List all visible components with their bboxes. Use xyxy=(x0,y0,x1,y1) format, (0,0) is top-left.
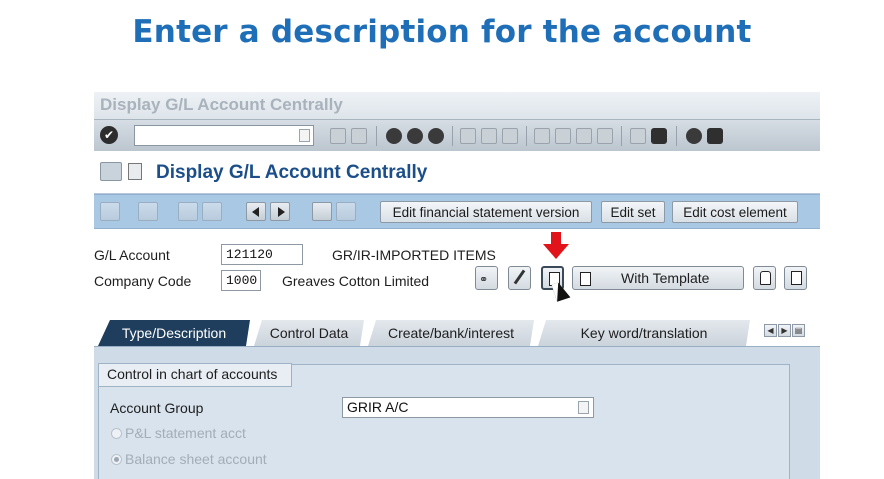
toolbar-separator xyxy=(452,126,453,146)
with-template-button[interactable]: With Template xyxy=(572,266,744,290)
next-icon[interactable] xyxy=(270,202,290,221)
new-session-icon[interactable] xyxy=(630,128,646,144)
details-icon[interactable] xyxy=(336,202,356,221)
lock-icon xyxy=(760,271,771,285)
glasses-icon[interactable] xyxy=(100,162,122,181)
print-icon[interactable] xyxy=(460,128,476,144)
compare-icon[interactable] xyxy=(202,202,222,221)
display-change-icon[interactable] xyxy=(100,202,120,221)
account-group-value: GRIR A/C xyxy=(347,399,409,415)
tab-scroll-left-icon[interactable]: ◀ xyxy=(764,324,777,337)
edit-cost-element-button[interactable]: Edit cost element xyxy=(672,201,798,223)
gl-account-field[interactable]: 121120 xyxy=(221,244,303,265)
command-field[interactable] xyxy=(134,125,314,146)
toolbar-separator xyxy=(676,126,677,146)
glasses-icon: ⚭ xyxy=(479,274,489,286)
gl-account-label: G/L Account xyxy=(94,247,170,263)
delete-button[interactable] xyxy=(784,266,807,290)
help-icon[interactable] xyxy=(686,128,702,144)
tab-list-icon[interactable]: ▤ xyxy=(792,324,805,337)
last-page-icon[interactable] xyxy=(597,128,613,144)
shortcut-icon[interactable] xyxy=(651,128,667,144)
previous-icon[interactable] xyxy=(246,202,266,221)
mouse-cursor-icon xyxy=(551,280,571,302)
arrow-head xyxy=(543,244,569,259)
slide-headline: Enter a description for the account xyxy=(132,14,752,50)
display-glasses-button[interactable]: ⚭ xyxy=(475,266,498,290)
red-arrow-annotation xyxy=(543,232,569,262)
copy-icon[interactable] xyxy=(178,202,198,221)
window-titlebar: Display G/L Account Centrally xyxy=(94,92,820,119)
pl-statement-radio[interactable] xyxy=(111,428,122,439)
company-code-label: Company Code xyxy=(94,273,192,289)
layout-menu-icon[interactable] xyxy=(707,128,723,144)
with-template-label: With Template xyxy=(621,270,710,286)
edit-button[interactable] xyxy=(508,266,531,290)
company-code-field[interactable]: 1000 xyxy=(221,270,261,291)
system-toolbar: ✔ xyxy=(94,119,820,152)
edit-set-button[interactable]: Edit set xyxy=(601,201,665,223)
pencil-icon xyxy=(513,269,526,285)
tab-type-description[interactable]: Type/Description xyxy=(98,320,250,346)
first-page-icon[interactable] xyxy=(534,128,550,144)
document-icon xyxy=(580,272,591,286)
gl-account-description: GR/IR-IMPORTED ITEMS xyxy=(332,247,496,263)
account-group-field[interactable]: GRIR A/C xyxy=(342,397,594,418)
where-used-icon[interactable] xyxy=(312,202,332,221)
sap-window: Display G/L Account Centrally ✔ Display … xyxy=(94,92,820,479)
save-icon[interactable] xyxy=(351,128,367,144)
tab-content-panel: Control in chart of accounts Account Gro… xyxy=(94,346,820,479)
previous-page-icon[interactable] xyxy=(555,128,571,144)
window-title: Display G/L Account Centrally xyxy=(100,95,343,114)
screen-title: Display G/L Account Centrally xyxy=(156,162,428,183)
back-icon[interactable] xyxy=(386,128,402,144)
trash-icon xyxy=(791,271,802,285)
command-dropdown-icon[interactable] xyxy=(299,129,310,142)
balance-sheet-label: Balance sheet account xyxy=(125,451,267,467)
toolbar-separator xyxy=(621,126,622,146)
company-code-description: Greaves Cotton Limited xyxy=(282,273,430,289)
cancel-icon[interactable] xyxy=(428,128,444,144)
dropdown-icon[interactable] xyxy=(578,401,589,414)
toolbar-separator xyxy=(376,126,377,146)
exit-icon[interactable] xyxy=(407,128,423,144)
find-icon[interactable] xyxy=(481,128,497,144)
menu-doc-icon[interactable] xyxy=(128,163,142,180)
lock-button[interactable] xyxy=(753,266,776,290)
next-page-icon[interactable] xyxy=(576,128,592,144)
account-group-label: Account Group xyxy=(110,400,204,416)
tab-scroll-right-icon[interactable]: ▶ xyxy=(778,324,791,337)
group-title: Control in chart of accounts xyxy=(98,363,293,387)
find-next-icon[interactable] xyxy=(502,128,518,144)
tab-key-word-translation[interactable]: Key word/translation xyxy=(538,320,750,346)
tab-strip: Type/Description Control Data Create/ban… xyxy=(94,320,820,346)
other-account-icon[interactable] xyxy=(138,202,158,221)
application-toolbar: Edit financial statement version Edit se… xyxy=(94,194,820,229)
screen-title-bar: Display G/L Account Centrally xyxy=(94,151,820,194)
ok-icon[interactable]: ✔ xyxy=(100,126,118,144)
edit-fs-version-button[interactable]: Edit financial statement version xyxy=(380,201,592,223)
tab-create-bank-interest[interactable]: Create/bank/interest xyxy=(368,320,534,346)
back-arrow-icon[interactable] xyxy=(330,128,346,144)
tab-control-data[interactable]: Control Data xyxy=(254,320,364,346)
pl-statement-label: P&L statement acct xyxy=(125,425,246,441)
toolbar-separator xyxy=(526,126,527,146)
balance-sheet-radio[interactable] xyxy=(111,454,122,465)
